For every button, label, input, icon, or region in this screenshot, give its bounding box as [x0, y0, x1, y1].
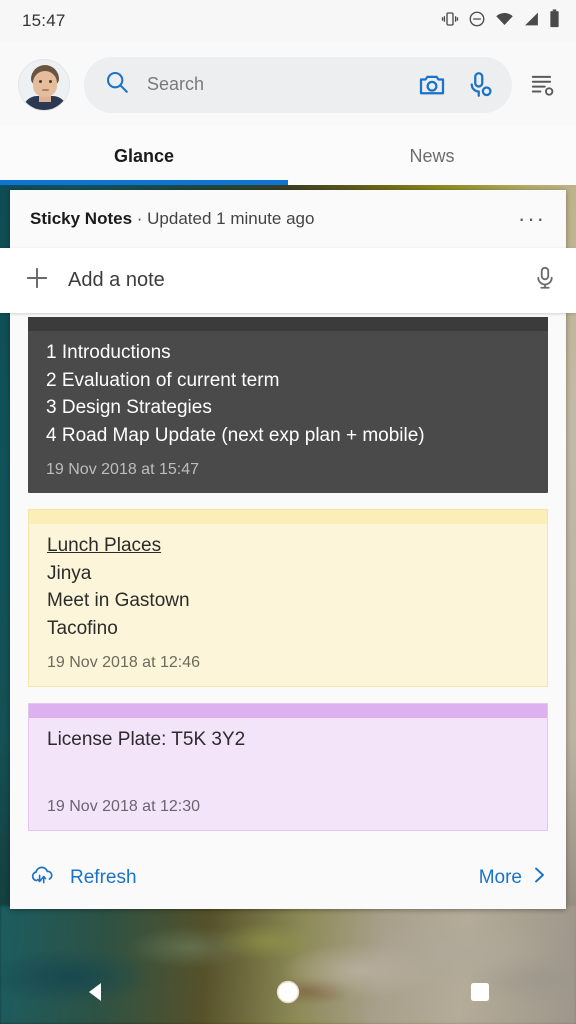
- tab-news[interactable]: News: [288, 127, 576, 185]
- widget-title: Sticky Notes: [30, 208, 133, 228]
- plus-icon: [24, 265, 50, 296]
- more-label: More: [478, 866, 522, 888]
- status-bar: 15:47: [0, 0, 576, 42]
- more-button[interactable]: More: [479, 864, 548, 892]
- note-card[interactable]: License Plate: T5K 3Y2 19 Nov 2018 at 12…: [28, 703, 548, 831]
- android-nav-bar: [0, 960, 576, 1024]
- recents-square-icon[interactable]: [445, 960, 515, 1024]
- note-card[interactable]: Lunch Places Jinya Meet in Gastown Tacof…: [28, 509, 548, 687]
- search-header: Search: [0, 42, 576, 127]
- note-body: License Plate: T5K 3Y2 19 Nov 2018 at 12…: [29, 718, 547, 830]
- note-color-strip: [28, 317, 548, 331]
- widget-header: Sticky Notes · Updated 1 minute ago ···: [10, 190, 566, 247]
- widget-footer: Refresh More: [10, 847, 566, 909]
- battery-icon: [549, 9, 560, 33]
- home-circle-icon[interactable]: [253, 960, 323, 1024]
- camera-icon[interactable]: [408, 61, 456, 109]
- vibrate-icon: [441, 10, 459, 33]
- settings-list-icon[interactable]: [520, 63, 564, 107]
- notes-list: 1 Introductions 2 Evaluation of current …: [10, 247, 566, 831]
- note-line: Meet in Gastown: [47, 590, 190, 611]
- cellular-signal-icon: [523, 11, 540, 32]
- note-title: Lunch Places: [47, 535, 162, 556]
- back-triangle-icon[interactable]: [61, 960, 131, 1024]
- do-not-disturb-icon: [468, 10, 486, 33]
- search-input[interactable]: Search: [84, 56, 512, 113]
- note-line: Tacofino: [47, 617, 118, 639]
- cloud-sync-icon: [30, 864, 56, 892]
- chevron-right-icon: [532, 864, 548, 892]
- avatar[interactable]: [18, 58, 70, 111]
- wifi-icon: [495, 11, 514, 32]
- microphone-icon[interactable]: [532, 265, 558, 296]
- note-line: License Plate: T5K 3Y2: [47, 729, 246, 750]
- note-timestamp: 19 Nov 2018 at 12:30: [47, 797, 201, 815]
- tab-glance[interactable]: Glance: [0, 127, 288, 185]
- tab-news-label: News: [409, 145, 455, 166]
- add-note-row[interactable]: Add a note: [0, 248, 576, 313]
- status-bar-clock: 15:47: [22, 11, 66, 30]
- note-body: Lunch Places Jinya Meet in Gastown Tacof…: [29, 524, 547, 686]
- note-color-strip: [29, 510, 547, 524]
- note-line: 2 Evaluation of current term: [46, 369, 280, 391]
- note-line: 4 Road Map Update (next exp plan + mobil…: [46, 424, 425, 446]
- note-line: 3 Design Strategies: [46, 397, 212, 418]
- note-timestamp: 19 Nov 2018 at 15:47: [46, 461, 200, 478]
- add-note-label: Add a note: [68, 269, 165, 291]
- tab-bar: Glance News: [0, 127, 576, 185]
- widget-updated-status: · Updated 1 minute ago: [132, 208, 315, 228]
- note-body: 1 Introductions 2 Evaluation of current …: [28, 331, 548, 493]
- search-icon: [104, 69, 130, 100]
- status-bar-icons: [441, 9, 560, 33]
- tab-active-indicator: [0, 180, 288, 185]
- widget-overflow-menu-button[interactable]: ···: [510, 197, 554, 241]
- note-line: Jinya: [47, 562, 92, 584]
- note-line: 1 Introductions: [46, 342, 171, 363]
- note-color-strip: [29, 704, 547, 718]
- note-timestamp: 19 Nov 2018 at 12:46: [47, 654, 201, 671]
- tab-glance-label: Glance: [113, 145, 175, 166]
- refresh-button[interactable]: Refresh: [30, 864, 137, 892]
- microphone-icon[interactable]: [456, 61, 504, 109]
- widget-title-row: Sticky Notes · Updated 1 minute ago: [30, 209, 510, 229]
- note-card[interactable]: 1 Introductions 2 Evaluation of current …: [28, 317, 548, 493]
- refresh-label: Refresh: [70, 866, 137, 888]
- overflow-dots-icon: ···: [518, 205, 546, 231]
- search-placeholder: Search: [147, 74, 205, 94]
